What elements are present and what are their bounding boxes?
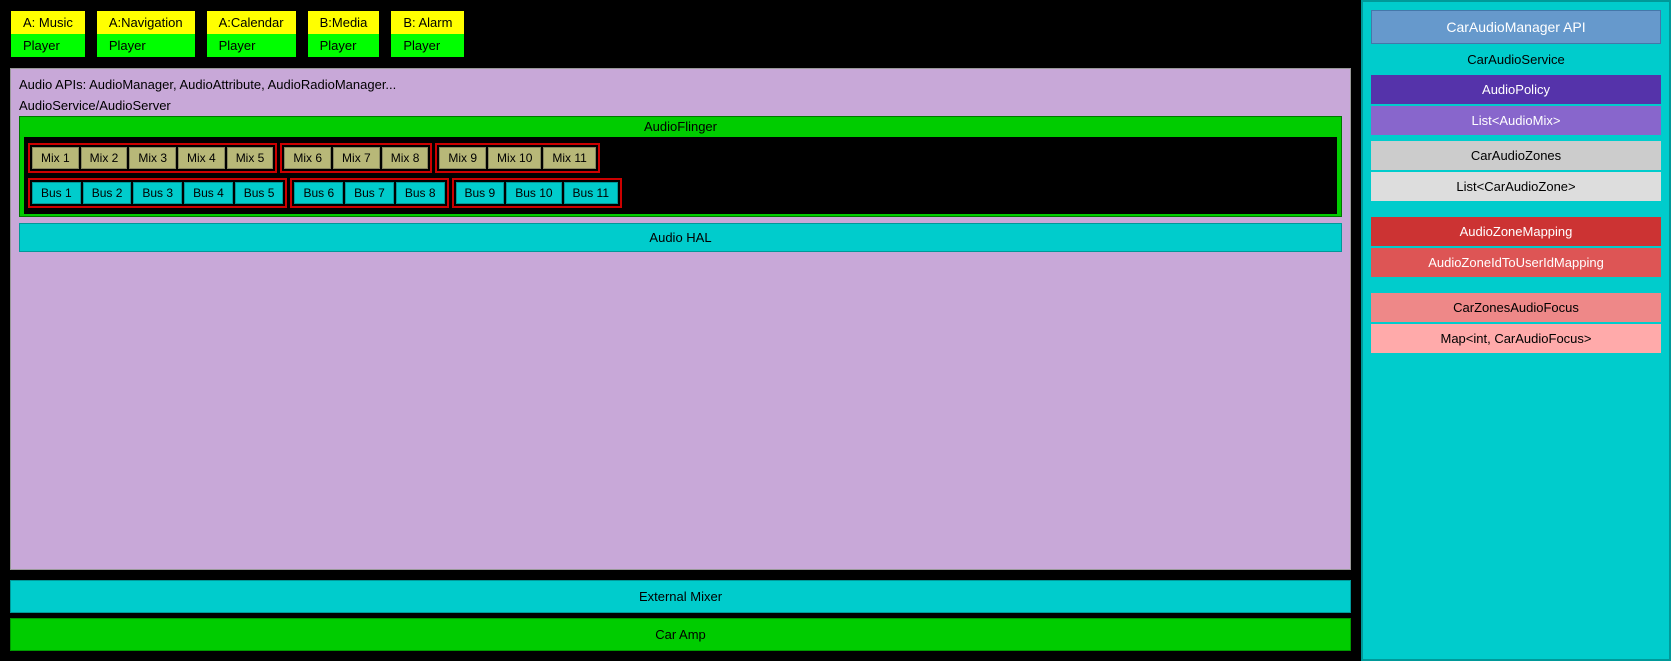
app-box-b-media: B:Media Player [307, 10, 381, 58]
audio-policy: AudioPolicy [1371, 75, 1661, 104]
audio-layers: Audio APIs: AudioManager, AudioAttribute… [10, 68, 1351, 570]
app-top-a-calendar: A:Calendar [207, 11, 296, 34]
left-panel: A: Music Player A:Navigation Player A:Ca… [0, 0, 1361, 661]
mix-zone-3: Mix 9 Mix 10 Mix 11 [435, 143, 599, 173]
app-bottom-b-alarm: Player [391, 34, 464, 57]
app-top-b-alarm: B: Alarm [391, 11, 464, 34]
mix-zone-1: Mix 1 Mix 2 Mix 3 Mix 4 Mix 5 [28, 143, 277, 173]
app-top-a-navigation: A:Navigation [97, 11, 195, 34]
bus-3: Bus 3 [133, 182, 182, 204]
mix-5: Mix 5 [227, 147, 274, 169]
mix-8: Mix 8 [382, 147, 429, 169]
bus-11: Bus 11 [564, 182, 618, 204]
app-bottom-a-music: Player [11, 34, 85, 57]
inner-layer: Mix 1 Mix 2 Mix 3 Mix 4 Mix 5 Mix 6 Mix … [24, 137, 1337, 214]
audioflinger-label: AudioFlinger [24, 119, 1337, 134]
mix-2: Mix 2 [81, 147, 128, 169]
car-amp-bar: Car Amp [10, 618, 1351, 651]
mix-zone-2: Mix 6 Mix 7 Mix 8 [280, 143, 432, 173]
car-audio-zones: CarAudioZones [1371, 141, 1661, 170]
car-zones-audio-focus-block: CarZonesAudioFocus Map<int, CarAudioFocu… [1371, 293, 1661, 353]
bus-zone-2: Bus 6 Bus 7 Bus 8 [290, 178, 448, 208]
mix-7: Mix 7 [333, 147, 380, 169]
app-top-a-music: A: Music [11, 11, 85, 34]
app-box-a-navigation: A:Navigation Player [96, 10, 196, 58]
audioflinger-container: AudioFlinger Mix 1 Mix 2 Mix 3 Mix 4 Mix… [19, 116, 1342, 217]
bus-zone-3: Bus 9 Bus 10 Bus 11 [452, 178, 623, 208]
list-car-audio-zone: List<CarAudioZone> [1371, 172, 1661, 201]
app-box-b-alarm: B: Alarm Player [390, 10, 465, 58]
mix-1: Mix 1 [32, 147, 79, 169]
all-buses: Bus 1 Bus 2 Bus 3 Bus 4 Bus 5 Bus 6 Bus … [28, 178, 1333, 208]
app-box-a-calendar: A:Calendar Player [206, 10, 297, 58]
audio-zone-mapping-block: AudioZoneMapping AudioZoneIdToUserIdMapp… [1371, 217, 1661, 277]
mix-9: Mix 9 [439, 147, 486, 169]
app-bottom-a-calendar: Player [207, 34, 296, 57]
bus-10: Bus 10 [506, 182, 561, 204]
bus-6: Bus 6 [294, 182, 343, 204]
app-bottom-a-navigation: Player [97, 34, 195, 57]
bottom-bars: External Mixer Car Amp [10, 580, 1351, 651]
mix-3: Mix 3 [129, 147, 176, 169]
audio-service-label: AudioService/AudioServer [19, 98, 1342, 113]
mix-10: Mix 10 [488, 147, 541, 169]
bus-7: Bus 7 [345, 182, 394, 204]
mix-4: Mix 4 [178, 147, 225, 169]
bus-1: Bus 1 [32, 182, 81, 204]
bus-2: Bus 2 [83, 182, 132, 204]
audio-apis-label: Audio APIs: AudioManager, AudioAttribute… [19, 75, 1342, 94]
app-box-a-music: A: Music Player [10, 10, 86, 58]
bus-4: Bus 4 [184, 182, 233, 204]
mix-6: Mix 6 [284, 147, 331, 169]
bus-5: Bus 5 [235, 182, 284, 204]
audio-policy-block: AudioPolicy List<AudioMix> [1371, 75, 1661, 135]
all-mixes: Mix 1 Mix 2 Mix 3 Mix 4 Mix 5 Mix 6 Mix … [28, 143, 1333, 173]
app-bottom-b-media: Player [308, 34, 380, 57]
audio-hal-bar: Audio HAL [19, 223, 1342, 252]
mix-11: Mix 11 [543, 147, 595, 169]
bus-8: Bus 8 [396, 182, 445, 204]
audio-service-section: AudioService/AudioServer AudioFlinger Mi… [19, 98, 1342, 217]
app-row: A: Music Player A:Navigation Player A:Ca… [10, 10, 1351, 58]
bus-zone-1: Bus 1 Bus 2 Bus 3 Bus 4 Bus 5 [28, 178, 287, 208]
app-top-b-media: B:Media [308, 11, 380, 34]
right-panel: CarAudioManager API CarAudioService Audi… [1361, 0, 1671, 661]
map-car-audio-focus: Map<int, CarAudioFocus> [1371, 324, 1661, 353]
car-audio-manager-api: CarAudioManager API [1371, 10, 1661, 44]
audio-zone-mapping: AudioZoneMapping [1371, 217, 1661, 246]
car-zones-audio-focus: CarZonesAudioFocus [1371, 293, 1661, 322]
audio-zone-id-mapping: AudioZoneIdToUserIdMapping [1371, 248, 1661, 277]
car-audio-service-label: CarAudioService [1371, 50, 1661, 69]
list-audio-mix: List<AudioMix> [1371, 106, 1661, 135]
car-audio-zones-block: CarAudioZones List<CarAudioZone> [1371, 141, 1661, 201]
external-mixer-bar: External Mixer [10, 580, 1351, 613]
bus-9: Bus 9 [456, 182, 505, 204]
